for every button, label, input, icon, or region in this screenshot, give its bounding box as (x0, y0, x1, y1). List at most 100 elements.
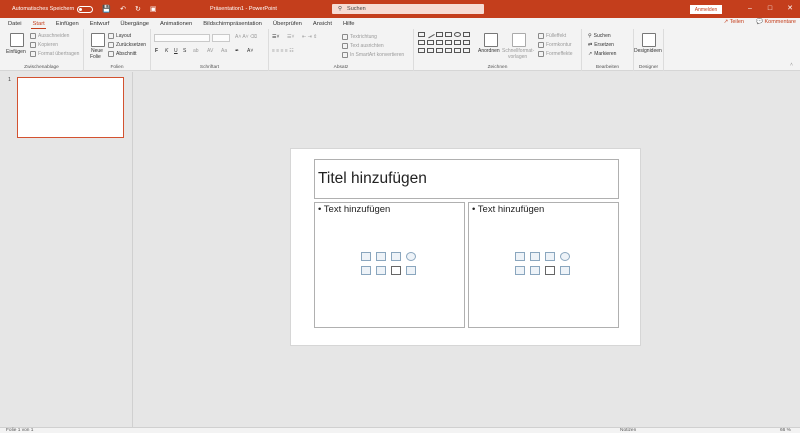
share-button[interactable]: ↗ Teilen (724, 19, 744, 25)
present-icon[interactable]: ▣ (150, 5, 157, 13)
align-text-button[interactable]: Text ausrichten (342, 43, 384, 49)
video-icon[interactable] (391, 266, 401, 275)
chart-icon[interactable] (530, 252, 540, 261)
video-icon[interactable] (545, 266, 555, 275)
effects-label: Formeffekte (546, 51, 573, 57)
notes-button[interactable]: Notizen (620, 428, 636, 433)
content-placeholder-right[interactable]: Text hinzufügen (468, 202, 619, 328)
numbering-icon[interactable]: ☰˅ (287, 34, 294, 40)
new-slide-icon[interactable] (91, 33, 105, 47)
section-button[interactable]: Abschnitt (108, 51, 137, 57)
quick-styles-icon[interactable] (512, 33, 526, 47)
text-direction-button[interactable]: Textrichtung (342, 34, 377, 40)
minimize-icon[interactable]: – (740, 0, 760, 18)
new-slide-label-2[interactable]: Folie (90, 54, 101, 60)
effects-button[interactable]: Formeffekte (538, 51, 573, 57)
arrange-button[interactable]: Anordnen (478, 48, 500, 54)
font-grow-icon[interactable]: A˄ A˅ ⌫ (235, 34, 257, 40)
select-icon: ↗ (588, 51, 593, 57)
replace-button[interactable]: ⇄ Ersetzen (588, 42, 614, 48)
shadow-button[interactable]: S (183, 48, 186, 54)
find-button[interactable]: ⚲ Suchen (588, 33, 611, 39)
bold-button[interactable]: F (155, 48, 158, 54)
icons-icon[interactable] (560, 266, 570, 275)
save-icon[interactable]: 💾 (102, 5, 111, 13)
paste-button[interactable]: Einfügen (6, 49, 26, 55)
3d-model-icon[interactable] (560, 252, 570, 261)
autosave-toggle[interactable] (77, 5, 94, 13)
fill-button[interactable]: Fülleffekt (538, 33, 566, 39)
format-painter-button[interactable]: Format übertragen (30, 51, 79, 57)
indent-icons[interactable]: ⇤ ⇥ ⇕ (302, 34, 317, 40)
tab-view[interactable]: Ansicht (307, 21, 337, 29)
change-case-icon[interactable]: Aa (221, 48, 227, 54)
design-ideas-button[interactable]: Designideen (634, 48, 662, 54)
copy-button[interactable]: Kopieren (30, 42, 58, 48)
tab-home[interactable]: Start (27, 21, 50, 29)
quick-styles-label-2[interactable]: vorlagen (508, 54, 527, 60)
group-designer: Designideen Designer (634, 29, 664, 71)
tab-help[interactable]: Hilfe (337, 21, 360, 29)
italic-button[interactable]: K (165, 48, 168, 54)
tab-file[interactable]: Datei (0, 21, 27, 29)
slide-thumbnail[interactable] (17, 77, 124, 138)
content-placeholder-left[interactable]: Text hinzufügen (314, 202, 465, 328)
online-picture-icon[interactable] (530, 266, 540, 275)
tab-animations[interactable]: Animationen (155, 21, 198, 29)
font-family-combo[interactable] (154, 34, 210, 42)
smartart-button[interactable]: In SmartArt konvertieren (342, 52, 404, 58)
outline-button[interactable]: Formkontur (538, 42, 572, 48)
char-spacing-icon[interactable]: AV (207, 48, 213, 54)
comments-button[interactable]: 💬 Kommentare (756, 19, 796, 25)
design-ideas-icon[interactable] (642, 33, 656, 47)
select-button[interactable]: ↗ Markieren (588, 51, 616, 57)
arrange-icon[interactable] (484, 33, 498, 47)
highlight-icon[interactable]: ✒ (235, 48, 239, 54)
picture-icon[interactable] (515, 266, 525, 275)
signin-button[interactable]: Anmelden (690, 5, 722, 14)
smartart-icon[interactable] (545, 252, 555, 261)
chart-icon[interactable] (376, 252, 386, 261)
3d-model-icon[interactable] (406, 252, 416, 261)
undo-icon[interactable]: ↶ (120, 5, 126, 13)
tab-review[interactable]: Überprüfen (267, 21, 307, 29)
redo-icon[interactable]: ↻ (135, 5, 141, 13)
shapes-gallery[interactable] (418, 30, 476, 58)
paste-icon[interactable] (10, 33, 24, 47)
icons-icon[interactable] (406, 266, 416, 275)
close-icon[interactable]: ✕ (780, 0, 800, 18)
window-controls: – □ ✕ (740, 0, 800, 18)
search-box[interactable]: ⚲ Suchen (332, 4, 484, 14)
layout-button[interactable]: Layout (108, 33, 131, 39)
autosave-label: Automatisches Speichern (12, 6, 75, 12)
table-icon[interactable] (361, 252, 371, 261)
share-label: Teilen (729, 19, 744, 25)
title-placeholder[interactable]: Titel hinzufügen (314, 159, 619, 199)
tab-design[interactable]: Entwurf (84, 21, 115, 29)
underline-button[interactable]: U (174, 48, 178, 54)
format-painter-label: Format übertragen (38, 51, 80, 57)
select-label: Markieren (594, 51, 617, 57)
collapse-ribbon-icon[interactable]: ˄ (790, 62, 793, 68)
table-icon[interactable] (515, 252, 525, 261)
cut-button[interactable]: Ausschneiden (30, 33, 69, 39)
content-placeholder-text: Text hinzufügen (318, 204, 391, 215)
align-icons[interactable]: ≡ ≡ ≡ ≡ ☷ (272, 48, 294, 54)
picture-icon[interactable] (361, 266, 371, 275)
group-label: Absatz (333, 65, 349, 70)
group-editing: ⚲ Suchen ⇄ Ersetzen ↗ Markieren Bearbeiten (582, 29, 634, 71)
tab-slideshow[interactable]: Bildschirmpräsentation (198, 21, 268, 29)
tab-insert[interactable]: Einfügen (50, 21, 84, 29)
autosave[interactable]: Automatisches Speichern (12, 5, 94, 13)
zoom-level[interactable]: 66 % (780, 428, 791, 433)
strikethrough-button[interactable]: ab (193, 48, 199, 54)
tab-transitions[interactable]: Übergänge (115, 21, 155, 29)
font-color-icon[interactable]: A˅ (247, 48, 253, 54)
reset-button[interactable]: Zurücksetzen (108, 42, 146, 48)
smartart-icon[interactable] (391, 252, 401, 261)
font-size-combo[interactable] (212, 34, 230, 42)
bullets-icon[interactable]: ☰˅ (272, 34, 279, 40)
restore-icon[interactable]: □ (760, 0, 780, 18)
online-picture-icon[interactable] (376, 266, 386, 275)
group-slides: Neue Folie Layout Zurücksetzen Abschnitt… (84, 29, 151, 71)
